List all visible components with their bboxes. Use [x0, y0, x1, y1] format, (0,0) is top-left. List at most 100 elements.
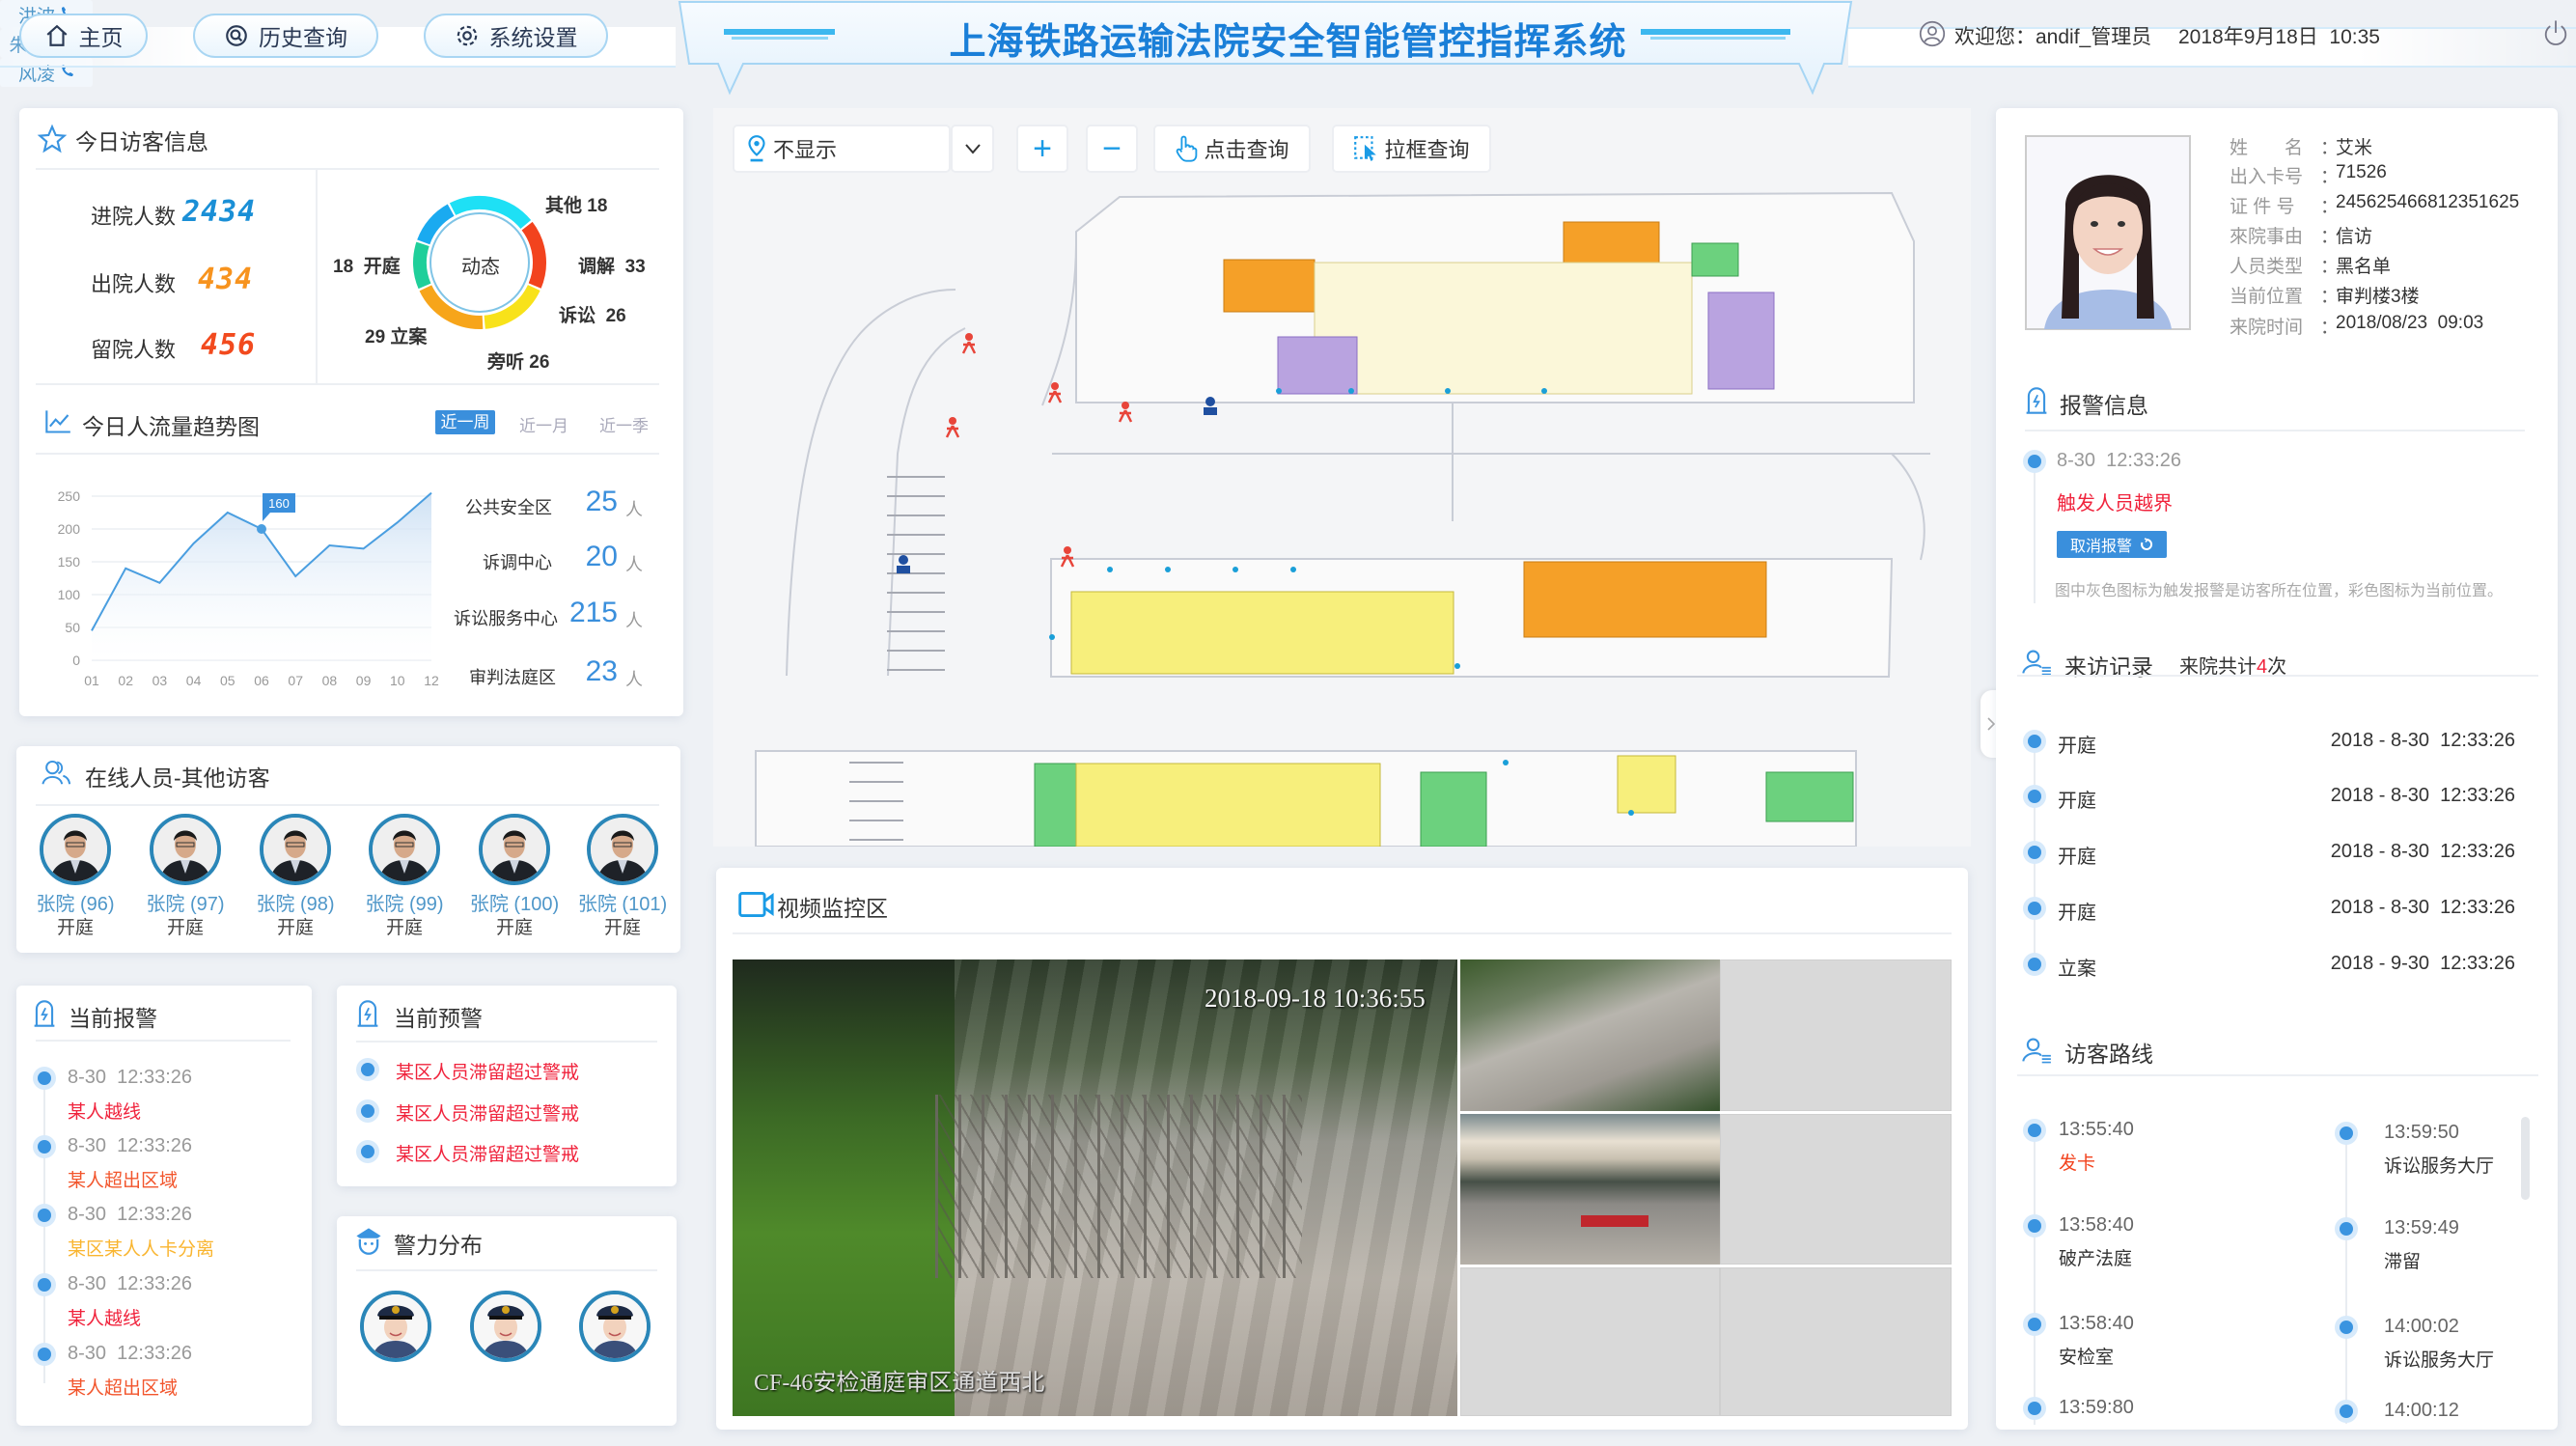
warning-text[interactable]: 某区人员滞留超过警戒	[396, 1058, 579, 1084]
visitor-avatar[interactable]	[150, 814, 221, 885]
record-type[interactable]: 开庭	[2058, 841, 2096, 869]
click-query-button[interactable]: 点击查询	[1153, 125, 1311, 173]
floor-plan[interactable]	[713, 108, 1971, 847]
timeline-dot	[2340, 1404, 2353, 1418]
tab-week[interactable]: 近一周	[435, 410, 495, 434]
route-place: 诉讼服务大厅	[2384, 1350, 2495, 1371]
camera-slot-empty[interactable]	[1720, 959, 1952, 1111]
alarm-time: 8-30 12:33:26	[68, 1343, 192, 1364]
record-type[interactable]: 开庭	[2058, 730, 2096, 758]
route-time: 14:00:02	[2384, 1316, 2459, 1337]
timeline-dot	[38, 1071, 51, 1085]
timeline-dot	[2340, 1321, 2353, 1334]
label-name: 其他	[545, 196, 583, 216]
camera-slot-empty[interactable]	[1720, 1267, 1952, 1416]
power-icon[interactable]	[2542, 17, 2569, 48]
camera-feed-2[interactable]	[1460, 959, 1720, 1111]
tab-month[interactable]: 近一月	[519, 412, 568, 436]
header-datetime: 2018年9月18日 10:35	[2178, 26, 2380, 48]
x-tick-label: 06	[254, 673, 269, 688]
visitor-photo	[2025, 135, 2191, 330]
record-time: 2018 - 8-30 12:33:26	[2330, 841, 2515, 862]
nav-history-label: 历史查询	[259, 25, 347, 50]
camera-feed-3[interactable]	[1460, 1114, 1720, 1265]
stat-label-stay: 留院人数	[91, 338, 177, 362]
feed-red-carpet	[1581, 1215, 1648, 1227]
person-marker-alert	[1118, 402, 1133, 423]
area-label: 诉调中心	[483, 553, 552, 572]
divider	[733, 932, 1952, 934]
record-type[interactable]: 立案	[2058, 953, 2096, 981]
camera-feed-main[interactable]: 2018-09-18 10:36:55 CF-46安检通庭审区通道西北	[733, 959, 1457, 1416]
display-select-toggle[interactable]	[951, 125, 994, 173]
profile-label: 当前位置	[2230, 287, 2304, 307]
area-unit: 人	[625, 500, 643, 519]
stat-value-in: 2434	[182, 195, 257, 229]
tab-quarter[interactable]: 近一季	[599, 412, 649, 436]
highlight-marker	[257, 524, 266, 534]
alarm-info-title: 报警信息	[2060, 393, 2148, 418]
line-chart-icon	[45, 410, 70, 433]
officer-avatar[interactable]	[579, 1291, 651, 1362]
current-warnings-title: 当前预警	[394, 1006, 483, 1031]
cancel-alarm-label: 取消报警	[2069, 539, 2132, 555]
x-tick-label: 12	[424, 673, 439, 688]
nav-history-button[interactable]: 历史查询	[193, 14, 378, 58]
timeline-dot	[38, 1140, 51, 1154]
alarm-text[interactable]: 某人超出区域	[68, 1374, 178, 1400]
alarm-text[interactable]: 某人越线	[68, 1098, 141, 1124]
visitor-avatar[interactable]	[260, 814, 331, 885]
profile-value: 信访	[2336, 227, 2373, 247]
profile-value: 71526	[2336, 162, 2387, 182]
x-tick-label: 03	[152, 673, 168, 688]
nav-home-button[interactable]: 主页	[19, 14, 148, 58]
route-scrollbar[interactable]	[2521, 1117, 2530, 1200]
divider	[356, 1041, 657, 1043]
visitor-avatar[interactable]	[587, 814, 658, 885]
camera-slot-empty[interactable]	[1720, 1114, 1952, 1265]
record-type[interactable]: 开庭	[2058, 785, 2096, 813]
timeline-dot	[2028, 1219, 2041, 1233]
officer-avatar[interactable]	[470, 1291, 541, 1362]
person-marker-alert	[1047, 382, 1063, 403]
x-tick-label: 07	[288, 673, 303, 688]
zoom-out-button[interactable]: −	[1086, 125, 1138, 173]
visitor-avatar[interactable]	[479, 814, 550, 885]
record-type[interactable]: 开庭	[2058, 897, 2096, 925]
label-value: 18	[333, 257, 354, 277]
donut-segment	[413, 241, 431, 290]
display-select[interactable]: 不显示	[733, 125, 951, 173]
warning-text[interactable]: 某区人员滞留超过警戒	[396, 1140, 579, 1166]
area-label: 诉讼服务中心	[454, 609, 558, 628]
area-unit: 人	[625, 555, 643, 574]
warning-dot	[361, 1063, 374, 1076]
video-camera-icon	[738, 892, 774, 917]
alarm-text[interactable]: 某人超出区域	[68, 1166, 178, 1192]
route-time: 13:55:40	[2059, 1119, 2134, 1140]
current-alarms-title: 当前报警	[69, 1006, 157, 1031]
camera-slot-empty[interactable]	[1460, 1267, 1720, 1416]
timeline-dot	[2028, 846, 2041, 859]
nav-settings-button[interactable]: 系统设置	[424, 14, 608, 58]
box-query-button[interactable]: 拉框查询	[1332, 125, 1491, 173]
visitor-avatar[interactable]	[40, 814, 111, 885]
profile-value: 黑名单	[2336, 257, 2392, 277]
visitor-record-icon	[2022, 650, 2051, 676]
alarm-text[interactable]: 某区某人人卡分离	[68, 1235, 214, 1261]
divider	[2017, 675, 2538, 677]
visitor-avatar[interactable]	[369, 814, 440, 885]
person-marker-alert	[961, 333, 977, 354]
warning-icon	[357, 1000, 378, 1027]
nav-home-label: 主页	[78, 25, 124, 50]
warning-text[interactable]: 某区人员滞留超过警戒	[396, 1099, 579, 1126]
area-value: 25	[585, 486, 618, 517]
officer-avatar[interactable]	[360, 1291, 431, 1362]
area-label: 公共安全区	[465, 498, 552, 517]
cancel-alarm-button[interactable]: 取消报警	[2057, 531, 2167, 558]
record-time: 2018 - 8-30 12:33:26	[2330, 730, 2515, 751]
label-value: 18	[587, 196, 608, 216]
alarm-text[interactable]: 某人越线	[68, 1304, 141, 1330]
person-marker-alert	[945, 417, 960, 438]
zoom-in-button[interactable]: +	[1016, 125, 1068, 173]
visitor-name[interactable]: 张院 (101)	[555, 888, 690, 916]
